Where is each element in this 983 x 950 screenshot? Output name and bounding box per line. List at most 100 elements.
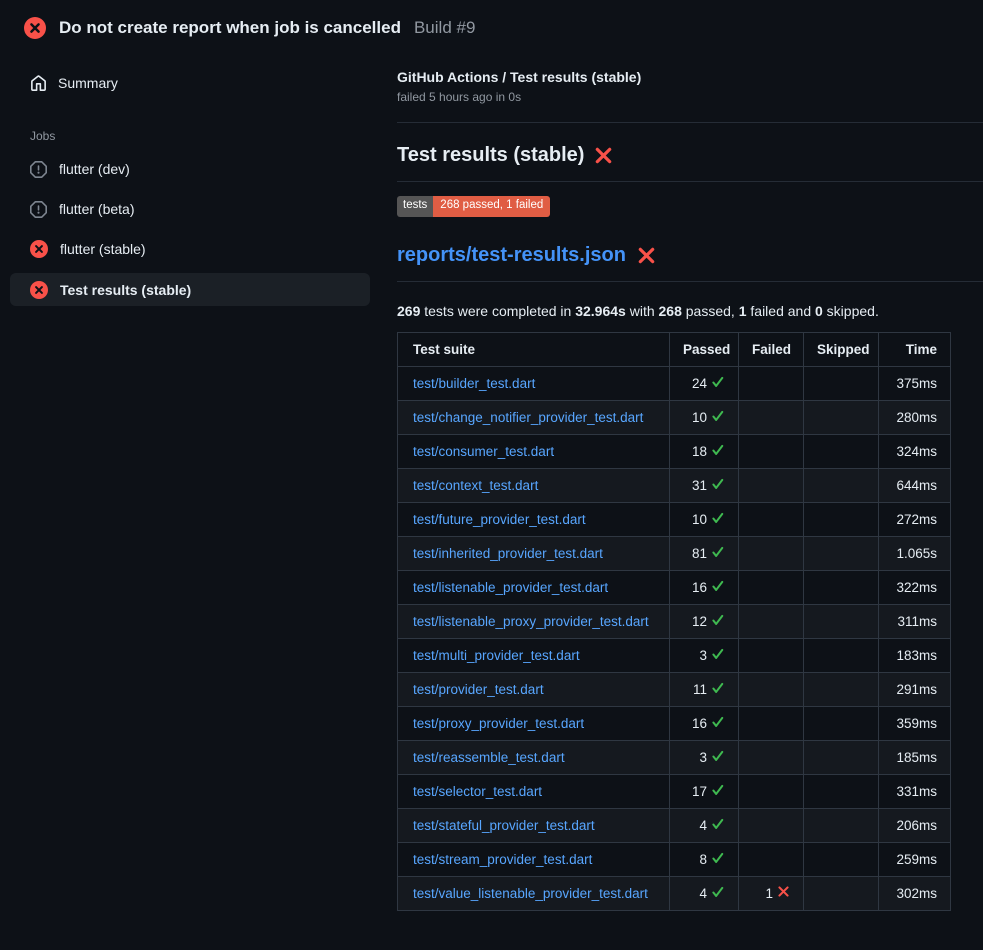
check-run-content: GitHub Actions / Test results (stable) f… [380, 55, 983, 911]
sidebar-item-flutter-stable[interactable]: flutter (stable) [10, 229, 370, 269]
test-suite-link[interactable]: test/stream_provider_test.dart [413, 852, 592, 867]
suite-cell: test/multi_provider_test.dart [398, 638, 670, 672]
summary-failed: 1 [739, 303, 747, 319]
failed-cell [739, 536, 804, 570]
test-suite-link[interactable]: test/change_notifier_provider_test.dart [413, 410, 643, 425]
failed-cell [739, 604, 804, 638]
suite-cell: test/context_test.dart [398, 468, 670, 502]
suite-cell: test/provider_test.dart [398, 672, 670, 706]
passed-cell: 18 [670, 434, 739, 468]
time-cell: 375ms [879, 366, 951, 400]
check-icon [711, 409, 725, 426]
col-header-skipped: Skipped [804, 332, 879, 366]
failed-status-icon [30, 240, 48, 258]
test-suite-link[interactable]: test/consumer_test.dart [413, 444, 554, 459]
test-suite-link[interactable]: test/multi_provider_test.dart [413, 648, 580, 663]
failed-x-icon [637, 246, 656, 265]
test-suite-link[interactable]: test/context_test.dart [413, 478, 538, 493]
sidebar-item-flutter-beta[interactable]: flutter (beta) [10, 189, 370, 229]
time-cell: 185ms [879, 740, 951, 774]
test-suite-link[interactable]: test/listenable_proxy_provider_test.dart [413, 614, 649, 629]
time-cell: 280ms [879, 400, 951, 434]
check-icon [711, 511, 725, 528]
failed-cell [739, 740, 804, 774]
failed-status-icon [24, 17, 46, 39]
suite-cell: test/stream_provider_test.dart [398, 842, 670, 876]
sidebar-item-test-results-stable[interactable]: Test results (stable) [10, 273, 370, 306]
time-cell: 259ms [879, 842, 951, 876]
test-suite-link[interactable]: test/future_provider_test.dart [413, 512, 586, 527]
time-cell: 183ms [879, 638, 951, 672]
test-suite-link[interactable]: test/builder_test.dart [413, 376, 535, 391]
test-suite-link[interactable]: test/inherited_provider_test.dart [413, 546, 603, 561]
time-cell: 322ms [879, 570, 951, 604]
tests-status-badge[interactable]: tests 268 passed, 1 failed [397, 196, 550, 217]
failed-cell: 1 [739, 876, 804, 910]
test-suite-link[interactable]: test/reassemble_test.dart [413, 750, 565, 765]
skipped-cell [804, 536, 879, 570]
table-row: test/stateful_provider_test.dart 4 206ms [398, 808, 951, 842]
divider [397, 181, 983, 182]
col-header-passed: Passed [670, 332, 739, 366]
table-row: test/provider_test.dart11291ms [398, 672, 951, 706]
passed-cell: 4 [670, 808, 739, 842]
time-cell: 206ms [879, 808, 951, 842]
skipped-cell [804, 740, 879, 774]
table-row: test/stream_provider_test.dart8259ms [398, 842, 951, 876]
check-icon [711, 613, 725, 630]
skipped-cell [804, 570, 879, 604]
test-suite-link[interactable]: test/listenable_provider_test.dart [413, 580, 608, 595]
skipped-cell [804, 434, 879, 468]
test-suite-link[interactable]: test/provider_test.dart [413, 682, 544, 697]
suite-cell: test/builder_test.dart [398, 366, 670, 400]
table-row: test/change_notifier_provider_test.dart1… [398, 400, 951, 434]
check-icon [711, 375, 725, 392]
table-row: test/listenable_proxy_provider_test.dart… [398, 604, 951, 638]
failed-cell [739, 502, 804, 536]
check-icon [711, 885, 725, 902]
suite-cell: test/change_notifier_provider_test.dart [398, 400, 670, 434]
check-icon [711, 545, 725, 562]
passed-cell: 31 [670, 468, 739, 502]
skipped-cell [804, 672, 879, 706]
suite-cell: test/proxy_provider_test.dart [398, 706, 670, 740]
sidebar-item-label: flutter (stable) [60, 241, 146, 257]
skipped-cell [804, 876, 879, 910]
run-status-line: failed 5 hours ago in 0s [397, 90, 983, 104]
sidebar-item-label: flutter (dev) [59, 161, 130, 177]
failed-cell [739, 400, 804, 434]
failed-cell [739, 468, 804, 502]
build-number: Build #9 [414, 18, 475, 38]
table-row: test/value_listenable_provider_test.dart… [398, 876, 951, 910]
suite-cell: test/listenable_provider_test.dart [398, 570, 670, 604]
check-icon [711, 681, 725, 698]
summary-time: 32.964s [575, 303, 626, 319]
check-icon [711, 443, 725, 460]
test-suite-link[interactable]: test/stateful_provider_test.dart [413, 818, 595, 833]
check-run-header: Do not create report when job is cancell… [0, 0, 983, 55]
passed-cell: 12 [670, 604, 739, 638]
suite-cell: test/inherited_provider_test.dart [398, 536, 670, 570]
sidebar-item-summary[interactable]: Summary [10, 67, 370, 99]
report-title: reports/test-results.json [397, 244, 983, 267]
passed-cell: 10 [670, 502, 739, 536]
home-icon [30, 75, 47, 92]
test-suite-link[interactable]: test/proxy_provider_test.dart [413, 716, 584, 731]
skipped-cell [804, 638, 879, 672]
report-link[interactable]: reports/test-results.json [397, 244, 626, 267]
sidebar-item-flutter-dev[interactable]: flutter (dev) [10, 149, 370, 189]
test-summary-line: 269 tests were completed in 32.964s with… [397, 303, 983, 319]
failed-cell [739, 434, 804, 468]
test-suite-link[interactable]: test/selector_test.dart [413, 784, 542, 799]
table-row: test/proxy_provider_test.dart16359ms [398, 706, 951, 740]
skipped-cell [804, 774, 879, 808]
test-suite-link[interactable]: test/value_listenable_provider_test.dart [413, 886, 648, 901]
table-row: test/inherited_provider_test.dart811.065… [398, 536, 951, 570]
suite-cell: test/value_listenable_provider_test.dart [398, 876, 670, 910]
sidebar-item-label: Summary [58, 75, 118, 91]
summary-passed: 268 [659, 303, 682, 319]
col-header-time: Time [879, 332, 951, 366]
suite-cell: test/selector_test.dart [398, 774, 670, 808]
time-cell: 272ms [879, 502, 951, 536]
table-header-row: Test suite Passed Failed Skipped Time [398, 332, 951, 366]
